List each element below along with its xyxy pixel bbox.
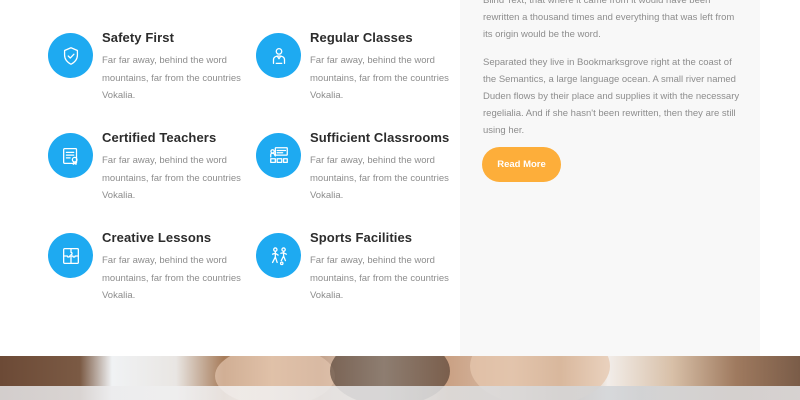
sports-icon: [256, 233, 301, 278]
feature-description: Far far away, behind the word mountains,…: [310, 155, 449, 201]
read-more-button[interactable]: Read More: [482, 147, 561, 182]
certificate-icon: [48, 133, 93, 178]
feature-title: Safety First: [102, 30, 175, 45]
teacher-icon: [256, 33, 301, 78]
feature-title: Creative Lessons: [102, 230, 212, 245]
about-paragraph-2: Separated they live in Bookmarksgrove ri…: [483, 57, 740, 136]
feature-description: Far far away, behind the word mountains,…: [310, 55, 449, 101]
feature-title: Certified Teachers: [102, 130, 217, 145]
feature-title: Sports Facilities: [310, 230, 413, 245]
hero-photo: [0, 356, 800, 400]
about-paragraph-1: Blind Text, that where it came from it w…: [483, 0, 735, 40]
feature-description: Far far away, behind the word mountains,…: [310, 255, 449, 301]
feature-description: Far far away, behind the word mountains,…: [102, 255, 241, 301]
feature-description: Far far away, behind the word mountains,…: [102, 55, 241, 101]
feature-description: Far far away, behind the word mountains,…: [102, 155, 241, 201]
feature-title: Regular Classes: [310, 30, 413, 45]
classroom-icon: [256, 133, 301, 178]
about-sidebar: Blind Text, that where it came from it w…: [460, 0, 760, 356]
shield-check-icon: [48, 33, 93, 78]
puzzle-icon: [48, 233, 93, 278]
feature-title: Sufficient Classrooms: [310, 130, 450, 145]
